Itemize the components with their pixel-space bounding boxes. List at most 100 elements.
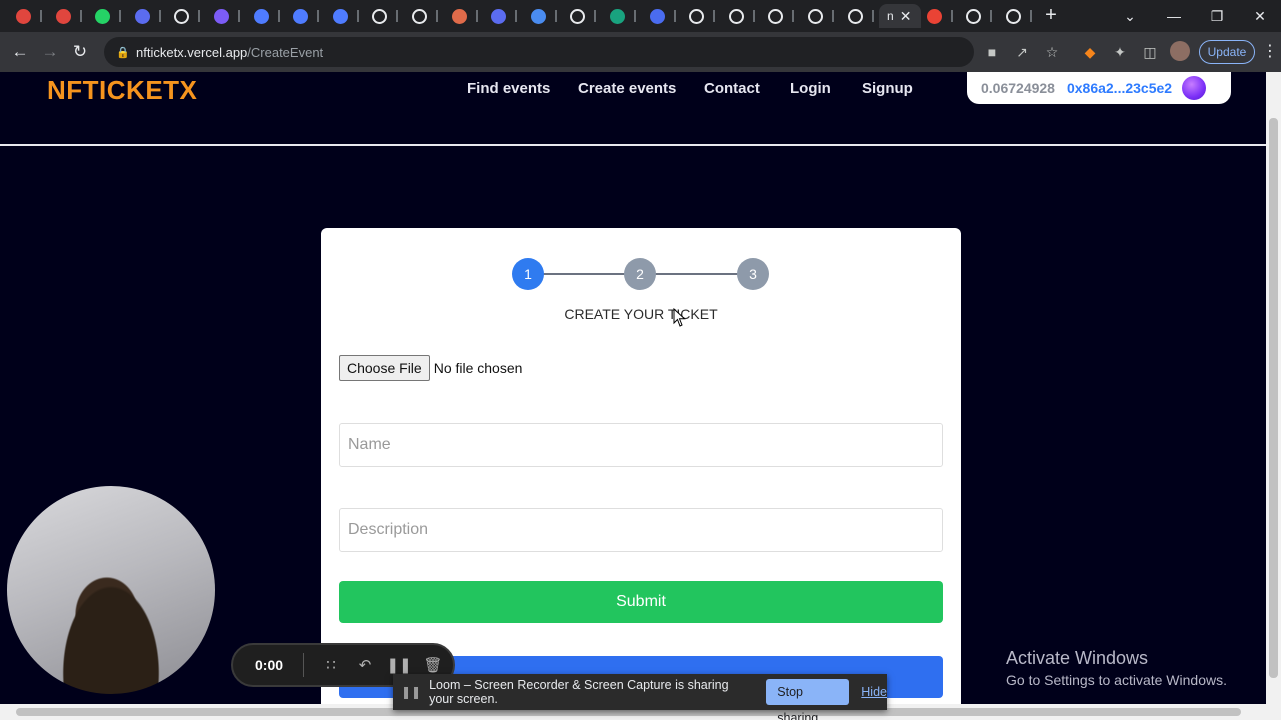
active-browser-tab[interactable]: n ✕ bbox=[879, 4, 921, 28]
url-host: nfticketx.vercel.app bbox=[136, 44, 248, 60]
tab-separator bbox=[753, 10, 755, 22]
menu-kebab-icon[interactable]: ⋮ bbox=[1262, 41, 1278, 61]
vertical-scroll-thumb[interactable] bbox=[1269, 118, 1278, 678]
loom-divider bbox=[303, 653, 304, 677]
step-3: 3 bbox=[737, 258, 769, 290]
browser-tab[interactable] bbox=[166, 4, 204, 28]
step-2: 2 bbox=[624, 258, 656, 290]
browser-tab[interactable] bbox=[919, 4, 957, 28]
back-button[interactable]: ← bbox=[8, 40, 32, 64]
update-button[interactable]: Update bbox=[1199, 40, 1255, 64]
github-icon bbox=[570, 8, 585, 24]
browser-tab[interactable] bbox=[721, 4, 759, 28]
browser-tab[interactable] bbox=[246, 4, 284, 28]
pause-icon[interactable]: ❚❚ bbox=[382, 656, 416, 674]
github-icon bbox=[808, 8, 823, 24]
reload-button[interactable]: ↻ bbox=[68, 40, 92, 64]
minimize-button[interactable]: — bbox=[1152, 0, 1196, 32]
browser-tab[interactable] bbox=[483, 4, 521, 28]
nav-signup[interactable]: Signup bbox=[862, 80, 913, 97]
browser-tab[interactable] bbox=[8, 4, 46, 28]
browser-tab[interactable] bbox=[87, 4, 125, 28]
profile-avatar[interactable] bbox=[1170, 41, 1190, 61]
webcam-bubble[interactable] bbox=[7, 486, 215, 694]
browser-tab[interactable] bbox=[444, 4, 482, 28]
browser-tab[interactable] bbox=[285, 4, 323, 28]
browser-tab[interactable] bbox=[998, 4, 1036, 28]
file-input[interactable]: Choose File No file chosen bbox=[339, 355, 522, 381]
browser-tab[interactable] bbox=[523, 4, 561, 28]
browser-tab[interactable] bbox=[206, 4, 244, 28]
description-input[interactable] bbox=[339, 508, 943, 552]
hide-link[interactable]: Hide bbox=[861, 685, 887, 699]
choose-file-button[interactable]: Choose File bbox=[339, 355, 430, 381]
tab-separator bbox=[832, 10, 834, 22]
close-tab-icon[interactable]: ✕ bbox=[900, 8, 912, 25]
screen-share-bar: ❚❚ Loom – Screen Recorder & Screen Captu… bbox=[393, 674, 887, 720]
close-window-button[interactable]: ✕ bbox=[1238, 0, 1281, 32]
stop-sharing-button[interactable]: Stop sharing bbox=[766, 679, 850, 720]
nav-login[interactable]: Login bbox=[790, 80, 831, 97]
address-bar[interactable]: 🔒 nfticketx.vercel.app/CreateEvent bbox=[104, 37, 974, 67]
browser-tab[interactable] bbox=[127, 4, 165, 28]
nav-find-events[interactable]: Find events bbox=[467, 80, 550, 97]
forward-button[interactable]: → bbox=[38, 40, 62, 64]
wallet-balance: 0.06724928 bbox=[981, 80, 1055, 96]
tab-separator bbox=[278, 10, 280, 22]
browser-tab[interactable] bbox=[562, 4, 600, 28]
bookmark-star-icon[interactable]: ☆ bbox=[1042, 42, 1062, 62]
browser-tab[interactable] bbox=[364, 4, 402, 28]
tab-separator bbox=[951, 10, 953, 22]
create-ticket-card: 1 2 3 CREATE YOUR TICKET Choose File No … bbox=[321, 228, 961, 704]
share-bar-grip-icon[interactable]: ❚❚ bbox=[401, 685, 421, 699]
triangle-icon bbox=[848, 8, 863, 24]
file-status: No file chosen bbox=[433, 360, 523, 376]
tab-separator bbox=[792, 10, 794, 22]
side-panel-icon[interactable]: ◫ bbox=[1140, 42, 1160, 62]
app-icon bbox=[531, 8, 546, 24]
browser-tab[interactable] bbox=[404, 4, 442, 28]
activate-windows-title: Activate Windows bbox=[1006, 648, 1149, 668]
triangle-icon bbox=[729, 8, 744, 24]
app-icon bbox=[610, 8, 625, 24]
new-tab-button[interactable]: + bbox=[1039, 4, 1063, 28]
tab-separator bbox=[674, 10, 676, 22]
browser-tab[interactable] bbox=[800, 4, 838, 28]
record-icon bbox=[56, 8, 71, 24]
name-input[interactable] bbox=[339, 423, 943, 467]
activate-windows-watermark: Activate Windows Go to Settings to activ… bbox=[1006, 648, 1227, 688]
site-logo[interactable]: NFTICKETX bbox=[47, 75, 197, 106]
drag-handle-icon[interactable]: ∷ bbox=[314, 656, 348, 674]
restore-button[interactable]: ❐ bbox=[1195, 0, 1239, 32]
tab-separator bbox=[119, 10, 121, 22]
browser-tab[interactable] bbox=[602, 4, 640, 28]
browser-tab[interactable] bbox=[681, 4, 719, 28]
browser-tab[interactable] bbox=[48, 4, 86, 28]
vertical-scrollbar[interactable] bbox=[1266, 72, 1281, 704]
app-icon bbox=[650, 8, 665, 24]
camera-icon[interactable]: ■ bbox=[982, 42, 1002, 62]
tab-separator bbox=[872, 10, 874, 22]
browser-tab[interactable] bbox=[958, 4, 996, 28]
share-icon[interactable]: ↗ bbox=[1012, 42, 1032, 62]
trash-icon[interactable]: 🗑 bbox=[416, 656, 450, 674]
tab-separator bbox=[990, 10, 992, 22]
wallet-widget[interactable]: 0.06724928 0x86a2...23c5e2 bbox=[967, 72, 1231, 104]
extensions-icon[interactable]: ✦ bbox=[1110, 42, 1130, 62]
nav-contact[interactable]: Contact bbox=[704, 80, 760, 97]
lock-icon: 🔒 bbox=[116, 47, 130, 59]
browser-tab[interactable] bbox=[760, 4, 798, 28]
browser-tab[interactable] bbox=[325, 4, 363, 28]
submit-button[interactable]: Submit bbox=[339, 581, 943, 623]
browser-tab[interactable] bbox=[840, 4, 878, 28]
browser-tab[interactable] bbox=[642, 4, 680, 28]
tab-separator bbox=[713, 10, 715, 22]
metamask-icon[interactable]: ◆ bbox=[1080, 42, 1100, 62]
tab-separator bbox=[555, 10, 557, 22]
undo-icon[interactable]: ↶ bbox=[348, 656, 382, 674]
nav-create-events[interactable]: Create events bbox=[578, 80, 676, 97]
active-tab-title: n bbox=[887, 9, 894, 23]
step-1: 1 bbox=[512, 258, 544, 290]
tab-search-icon[interactable]: ⌄ bbox=[1108, 0, 1152, 32]
recording-timer: 0:00 bbox=[255, 657, 284, 673]
